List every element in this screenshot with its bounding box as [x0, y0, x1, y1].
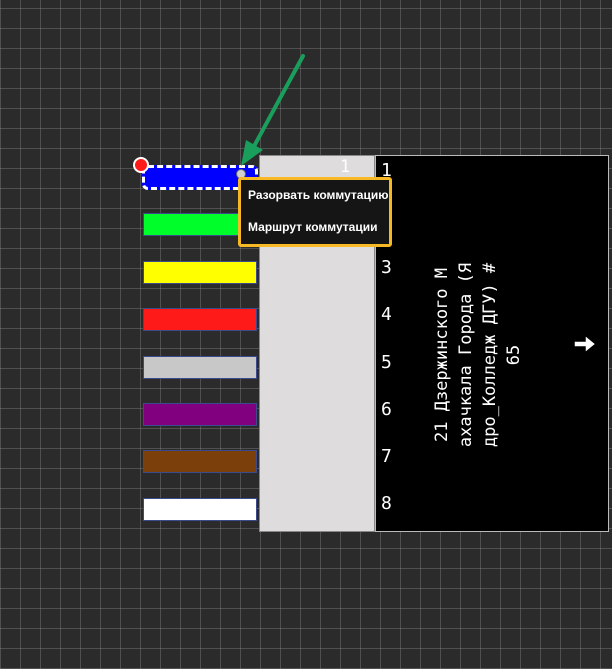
- annotation-arrow-icon: [241, 54, 305, 166]
